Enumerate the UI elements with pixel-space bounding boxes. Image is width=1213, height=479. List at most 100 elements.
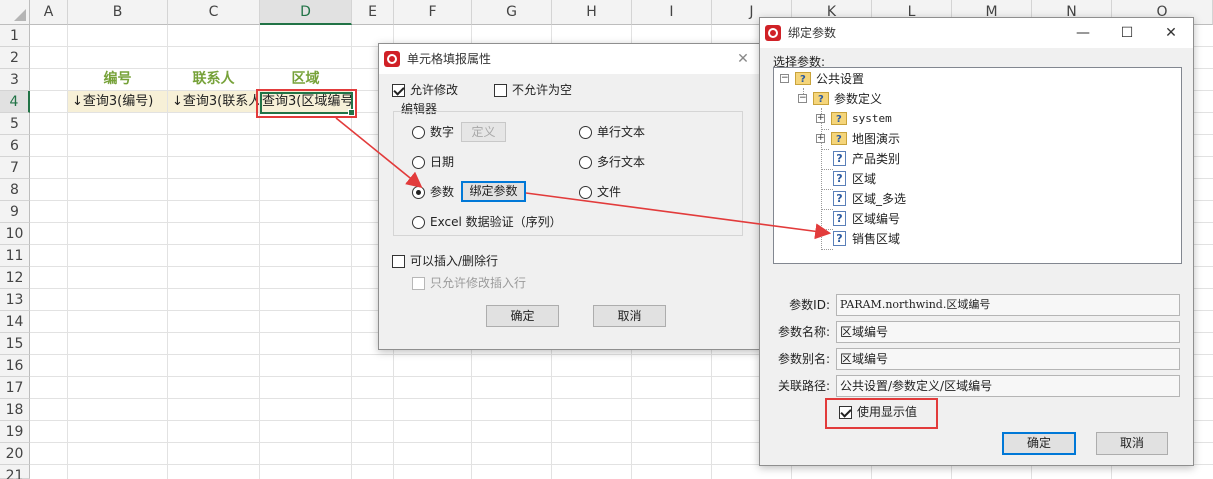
row-header-19[interactable]: 19 <box>0 421 30 443</box>
param-icon: ? <box>833 211 846 226</box>
column-header-i[interactable]: I <box>632 0 712 25</box>
collapse-icon[interactable]: − <box>798 94 807 103</box>
param-icon: ? <box>833 171 846 186</box>
not-null-label: 不允许为空 <box>512 83 573 97</box>
maximize-icon[interactable]: ☐ <box>1105 18 1149 48</box>
not-null-checkbox[interactable] <box>494 84 507 97</box>
insert-delete-row-label: 可以插入/删除行 <box>410 254 499 268</box>
cell-c3[interactable]: 联系人 <box>168 69 259 90</box>
bind-dialog-cancel-button[interactable]: 取消 <box>1096 432 1168 455</box>
row-header-9[interactable]: 9 <box>0 201 30 223</box>
param-id-label: 参数ID: <box>789 298 830 312</box>
radio-multi-text[interactable] <box>579 156 592 169</box>
row-header-1[interactable]: 1 <box>0 25 30 47</box>
cell-b3[interactable]: 编号 <box>68 69 167 90</box>
row-header-3[interactable]: 3 <box>0 69 30 91</box>
row-header-15[interactable]: 15 <box>0 333 30 355</box>
column-header-c[interactable]: C <box>168 0 260 25</box>
bind-dialog-titlebar[interactable]: 绑定参数 — ☐ ✕ <box>760 18 1193 48</box>
cell-c4[interactable]: ↓查询3(联系人) <box>168 91 259 112</box>
row-header-4[interactable]: 4 <box>0 91 30 113</box>
bind-dialog-ok-button[interactable]: 确定 <box>1002 432 1076 455</box>
param-alias-label: 参数别名: <box>777 352 830 366</box>
param-id-field[interactable]: PARAM.northwind.区域编号 <box>836 294 1180 316</box>
tree-node-label: 销售区域 <box>852 232 901 246</box>
minimize-icon[interactable]: — <box>1061 18 1105 48</box>
radio-excel-validation-label: Excel 数据验证（序列） <box>430 215 562 229</box>
column-header-h[interactable]: H <box>552 0 632 25</box>
tree-node-sales-region[interactable]: ? 销售区域 <box>833 230 1033 248</box>
column-header-b[interactable]: B <box>68 0 168 25</box>
tree-node-label: 产品类别 <box>852 152 901 166</box>
use-display-value-checkbox[interactable] <box>839 406 852 419</box>
bind-param-button[interactable]: 绑定参数 <box>461 181 526 202</box>
path-field[interactable]: 公共设置/参数定义/区域编号 <box>836 375 1180 397</box>
column-header-d[interactable]: D <box>260 0 352 25</box>
use-display-value-label: 使用显示值 <box>857 405 918 419</box>
row-header-18[interactable]: 18 <box>0 399 30 421</box>
row-header-20[interactable]: 20 <box>0 443 30 465</box>
fill-dialog-close-icon[interactable]: ✕ <box>725 44 761 74</box>
radio-param-label: 参数 <box>430 185 455 199</box>
tree-node-map-demo[interactable]: + 地图演示 <box>816 130 1016 149</box>
row-header-12[interactable]: 12 <box>0 267 30 289</box>
cell-d3[interactable]: 区域 <box>260 69 351 90</box>
column-header-a[interactable]: A <box>30 0 68 25</box>
app-logo-icon <box>384 51 400 67</box>
folder-icon <box>831 111 847 129</box>
radio-number[interactable] <box>412 126 425 139</box>
bind-dialog-close-icon[interactable]: ✕ <box>1149 18 1193 48</box>
tree-node-label: 区域 <box>852 172 877 186</box>
path-label: 关联路径: <box>777 379 830 393</box>
collapse-icon[interactable]: − <box>780 74 789 83</box>
row-header-14[interactable]: 14 <box>0 311 30 333</box>
define-button[interactable]: 定义 <box>461 122 506 142</box>
cell-b4[interactable]: ↓查询3(编号) <box>68 91 167 112</box>
row-header-7[interactable]: 7 <box>0 157 30 179</box>
param-name-field[interactable]: 区域编号 <box>836 321 1180 343</box>
row-header-17[interactable]: 17 <box>0 377 30 399</box>
tree-node-region-code[interactable]: ? 区域编号 <box>833 210 1033 228</box>
expand-icon[interactable]: + <box>816 114 825 123</box>
tree-node-product-category[interactable]: ? 产品类别 <box>833 150 1033 168</box>
row-header-8[interactable]: 8 <box>0 179 30 201</box>
param-tree[interactable]: − 公共设置 − 参数定义 + system + 地图演示 ? 产品类别 ? 区… <box>773 67 1182 264</box>
tree-node-region[interactable]: ? 区域 <box>833 170 1033 188</box>
row-header-5[interactable]: 5 <box>0 113 30 135</box>
tree-node-label: 区域_多选 <box>852 192 907 206</box>
expand-icon[interactable]: + <box>816 134 825 143</box>
insert-delete-row-checkbox[interactable] <box>392 255 405 268</box>
column-header-f[interactable]: F <box>394 0 472 25</box>
column-header-e[interactable]: E <box>352 0 394 25</box>
radio-date[interactable] <box>412 156 425 169</box>
allow-edit-checkbox[interactable] <box>392 84 405 97</box>
tree-node-public-settings[interactable]: − 公共设置 <box>780 70 980 89</box>
folder-icon <box>831 131 847 149</box>
row-header-10[interactable]: 10 <box>0 223 30 245</box>
row-header-11[interactable]: 11 <box>0 245 30 267</box>
row-header-2[interactable]: 2 <box>0 47 30 69</box>
select-all-corner[interactable] <box>0 0 30 25</box>
tree-node-label: 区域编号 <box>852 212 901 226</box>
row-header-21[interactable]: 21 <box>0 465 30 479</box>
fill-dialog-title: 单元格填报属性 <box>407 52 492 66</box>
param-alias-field[interactable]: 区域编号 <box>836 348 1180 370</box>
fill-dialog-cancel-button[interactable]: 取消 <box>593 305 666 327</box>
fill-properties-dialog: 单元格填报属性 ✕ 允许修改 不允许为空 编辑器 数字 定义 单行文本 日期 多… <box>378 43 762 350</box>
row-header-16[interactable]: 16 <box>0 355 30 377</box>
only-edit-inserted-checkbox[interactable] <box>412 277 425 290</box>
fill-dialog-titlebar[interactable]: 单元格填报属性 ✕ <box>379 44 761 74</box>
radio-file[interactable] <box>579 186 592 199</box>
fill-dialog-ok-button[interactable]: 确定 <box>486 305 559 327</box>
tree-node-param-def[interactable]: − 参数定义 <box>798 90 998 109</box>
tree-node-region-multi[interactable]: ? 区域_多选 <box>833 190 1033 208</box>
row-header-6[interactable]: 6 <box>0 135 30 157</box>
app-logo-icon <box>765 25 781 41</box>
radio-excel-validation[interactable] <box>412 216 425 229</box>
radio-single-text[interactable] <box>579 126 592 139</box>
column-header-g[interactable]: G <box>472 0 552 25</box>
radio-param[interactable] <box>412 186 425 199</box>
tree-node-system[interactable]: + system <box>816 110 1016 129</box>
row-header-13[interactable]: 13 <box>0 289 30 311</box>
tree-node-label: 公共设置 <box>816 72 865 86</box>
